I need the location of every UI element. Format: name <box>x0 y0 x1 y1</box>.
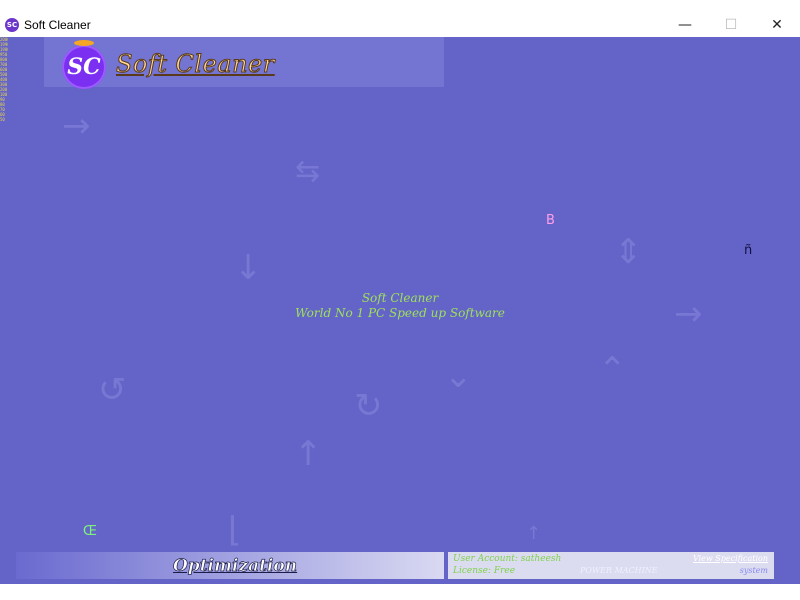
crown-icon <box>74 40 94 46</box>
user-account-text: User Account: satheesh <box>453 554 562 564</box>
splash-title: Soft Cleaner <box>361 291 439 305</box>
arrow-up-icon: ↑ <box>294 434 323 474</box>
letter-n: ñ <box>744 243 753 258</box>
view-specification-link[interactable]: View Specification <box>693 554 768 563</box>
side-scale: 2000 1990 1980 950 800 700 600 500 400 3… <box>0 37 8 122</box>
rotate-right-icon: ↻ <box>354 386 383 426</box>
updown-arrows-icon: ⇕ <box>614 232 643 272</box>
brand-title: Soft Cleaner <box>116 50 275 79</box>
arrow-right-icon: → <box>62 106 91 146</box>
letter-b: B <box>546 213 555 228</box>
rotate-left-icon: ↺ <box>98 370 127 410</box>
splash-subtitle: World No 1 PC Speed up Software <box>295 306 505 320</box>
chevron-up-icon: ⌃ <box>598 350 627 390</box>
machine-text: POWER MACHINE <box>580 566 658 575</box>
title-bar[interactable]: SC Soft Cleaner — ☐ ✕ <box>0 13 800 37</box>
window-controls: — ☐ ✕ <box>662 13 800 37</box>
maximize-button[interactable]: ☐ <box>708 13 754 37</box>
app-window: SC Soft Cleaner — ☐ ✕ 2000 1990 1980 950… <box>0 0 800 600</box>
small-arrow-up-icon: ↑ <box>526 523 542 544</box>
logo-text: SC <box>67 54 101 80</box>
sc-logo-icon: SC <box>5 18 19 32</box>
logo: SC <box>62 40 106 89</box>
arrow-down-icon: ↓ <box>234 248 263 288</box>
main-panel: 2000 1990 1980 950 800 700 600 500 400 3… <box>0 37 800 584</box>
system-text: system <box>739 566 768 575</box>
license-text: License: Free <box>453 566 516 576</box>
swap-arrows-icon: ⇆ <box>295 154 321 189</box>
chevron-down-icon: ⌄ <box>444 356 473 396</box>
window-title: Soft Cleaner <box>24 18 91 32</box>
letter-oe: Œ <box>83 524 97 539</box>
minimize-button[interactable]: — <box>662 13 708 37</box>
optimization-button[interactable]: Optimization <box>173 556 298 577</box>
account-info-panel: User Account: satheesh License: Free POW… <box>448 552 774 579</box>
corner-arrow-icon: ⌊ <box>228 510 242 550</box>
close-button[interactable]: ✕ <box>754 13 800 37</box>
